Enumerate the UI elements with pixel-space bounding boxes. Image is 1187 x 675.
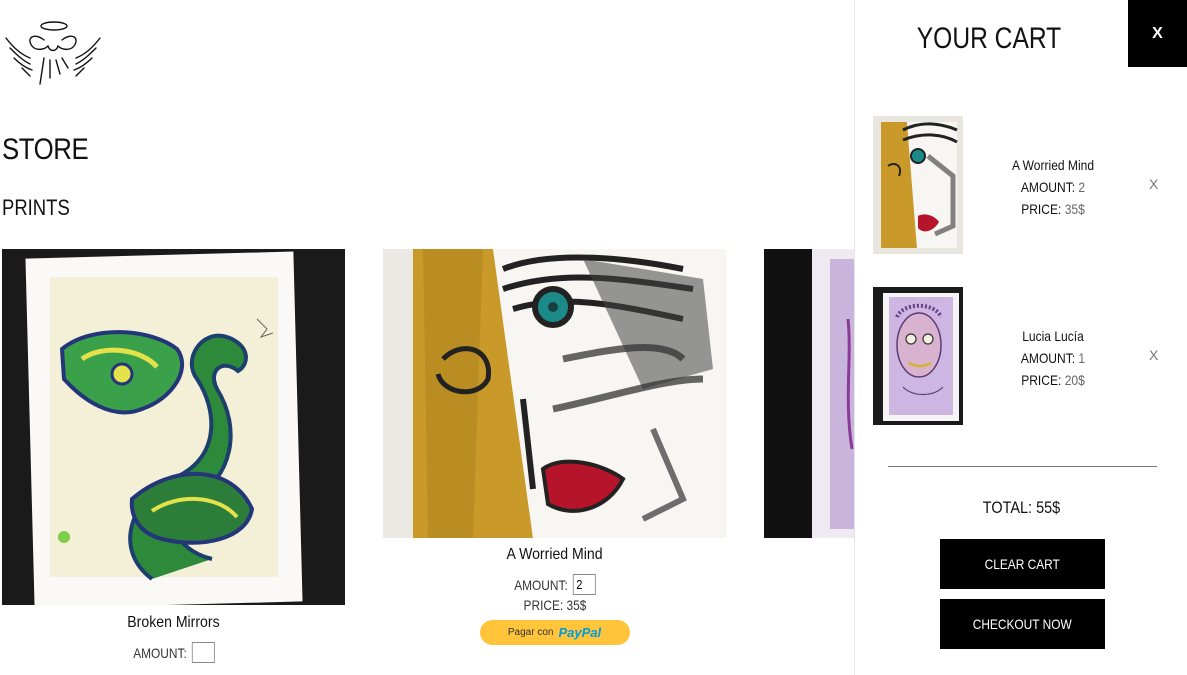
paypal-logo-icon: PayPal <box>558 625 602 640</box>
cart-item-info: A Worried Mind AMOUNT: 2 PRICE: 35$ <box>998 154 1108 220</box>
amount-label: AMOUNT: <box>513 576 568 593</box>
product-card-partial <box>764 249 855 538</box>
cart-item-name: Lucia Lucía <box>1022 328 1084 344</box>
price-text: PRICE: 35$ <box>523 597 586 613</box>
cart-item-thumbnail <box>873 116 963 254</box>
amount-input[interactable] <box>191 642 215 663</box>
cart-item-amount-label: AMOUNT: <box>1020 350 1076 366</box>
cart-total-value: 55$ <box>1036 498 1061 517</box>
product-image[interactable] <box>764 249 855 538</box>
product-image[interactable] <box>2 249 345 605</box>
cart-item: A Worried Mind AMOUNT: 2 PRICE: 35$ X <box>873 116 1173 254</box>
cart-divider <box>888 466 1157 467</box>
cart-item: Lucia Lucía AMOUNT: 1 PRICE: 20$ X <box>873 287 1173 425</box>
angel-logo-icon[interactable] <box>4 18 102 88</box>
cart-item-name: A Worried Mind <box>1011 157 1095 173</box>
product-name: Broken Mirrors <box>127 614 220 631</box>
cart-item-amount-label: AMOUNT: <box>1020 179 1076 195</box>
paypal-button[interactable]: Pagar con PayPal <box>479 620 630 645</box>
cart-item-thumbnail <box>873 287 963 425</box>
cart-total: TOTAL: 55$ <box>880 498 1163 518</box>
section-title: PRINTS <box>2 195 70 220</box>
price-label: PRICE: <box>523 597 563 613</box>
cart-title: YOUR CART <box>916 22 1062 55</box>
product-name: A Worried Mind <box>506 546 603 563</box>
product-image[interactable] <box>383 249 726 538</box>
checkout-button[interactable]: CHECKOUT NOW <box>940 599 1105 649</box>
cart-item-price: 20$ <box>1064 372 1085 388</box>
amount-label: AMOUNT: <box>132 644 187 661</box>
paypal-prefix: Pagar con <box>507 627 554 638</box>
amount-input[interactable] <box>572 574 596 595</box>
clear-cart-button[interactable]: CLEAR CART <box>940 539 1105 589</box>
cart-item-price-label: PRICE: <box>1021 201 1062 217</box>
close-cart-button[interactable]: X <box>1128 0 1187 67</box>
page-title: STORE <box>2 133 89 166</box>
cart-panel: YOUR CART X A Worried Mind AMOUNT: 2 PRI… <box>854 0 1187 675</box>
product-card: Broken Mirrors AMOUNT: <box>2 249 345 663</box>
cart-item-amount: 1 <box>1078 350 1086 366</box>
cart-item-price-label: PRICE: <box>1021 372 1062 388</box>
cart-item-info: Lucia Lucía AMOUNT: 1 PRICE: 20$ <box>998 325 1108 391</box>
cart-item-amount: 2 <box>1078 179 1086 195</box>
remove-item-button[interactable]: X <box>1149 176 1158 192</box>
product-card: A Worried Mind AMOUNT: PRICE: 35$ Pagar … <box>383 249 726 645</box>
cart-item-price: 35$ <box>1064 201 1085 217</box>
remove-item-button[interactable]: X <box>1149 347 1158 363</box>
price-value: 35$ <box>566 597 586 613</box>
cart-total-label: TOTAL: <box>982 498 1033 517</box>
